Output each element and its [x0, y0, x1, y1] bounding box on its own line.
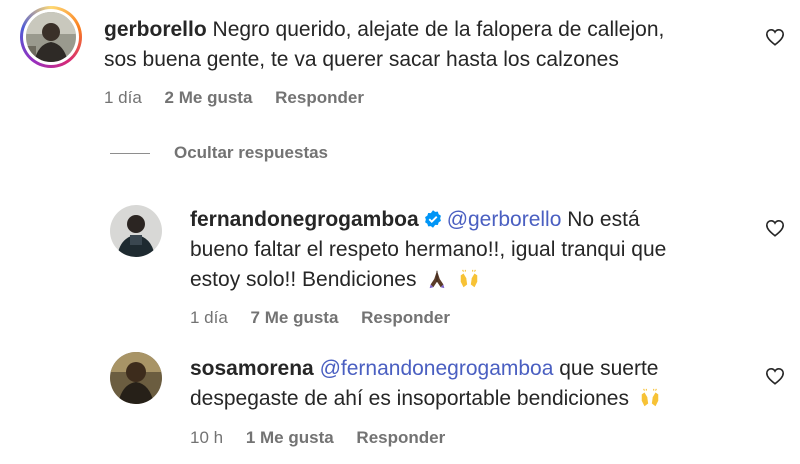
- avatar[interactable]: [110, 352, 162, 404]
- reply-sosamorena: sosamorena @fernandonegrogamboa que suer…: [0, 342, 800, 462]
- username[interactable]: fernandonegrogamboa: [190, 208, 419, 231]
- likes-count[interactable]: 1 Me gusta: [246, 428, 334, 447]
- avatar[interactable]: [110, 205, 162, 257]
- heart-icon[interactable]: [765, 28, 785, 46]
- reply-meta: 1 día 7 Me gusta Responder: [190, 308, 468, 328]
- avatar[interactable]: [26, 12, 76, 62]
- heart-icon[interactable]: [765, 367, 785, 385]
- reply-body-line2: despegaste de ahí es insoportable bendic…: [190, 387, 629, 410]
- comment-gerborello: gerborello Negro querido, alejate de la …: [0, 0, 800, 120]
- comment-text: gerborello Negro querido, alejate de la …: [104, 15, 754, 75]
- timestamp: 1 día: [104, 88, 142, 107]
- mention-link[interactable]: @fernandonegrogamboa: [320, 357, 554, 380]
- reply-button[interactable]: Responder: [275, 88, 364, 107]
- comment-body-line2: sos buena gente, te va querer sacar hast…: [104, 48, 619, 71]
- heart-icon[interactable]: [765, 219, 785, 237]
- raising-hands-icon: [641, 388, 659, 407]
- hide-replies-label[interactable]: Ocultar respuestas: [174, 143, 328, 162]
- verified-badge-icon: [424, 210, 441, 228]
- comment-body-line1: Negro querido, alejate de la falopera de…: [212, 18, 665, 41]
- username[interactable]: gerborello: [104, 18, 207, 41]
- praying-hands-icon: [429, 270, 445, 289]
- comment-meta: 1 día 2 Me gusta Responder: [104, 88, 382, 108]
- raising-hands-icon: [460, 269, 478, 288]
- reply-body-part1: que suerte: [559, 357, 659, 380]
- likes-count[interactable]: 7 Me gusta: [251, 308, 339, 327]
- username[interactable]: sosamorena: [190, 357, 314, 380]
- likes-count[interactable]: 2 Me gusta: [165, 88, 253, 107]
- reply-button[interactable]: Responder: [361, 308, 450, 327]
- reply-body-part1: No está: [567, 208, 640, 231]
- reply-body-line2: bueno faltar el respeto hermano!!, igual…: [190, 238, 667, 261]
- reply-fernandonegrogamboa: fernandonegrogamboa @gerborello No está b…: [0, 195, 800, 335]
- timestamp: 10 h: [190, 428, 224, 447]
- reply-button[interactable]: Responder: [356, 428, 445, 447]
- divider-line: [110, 153, 150, 155]
- hide-replies-button[interactable]: Ocultar respuestas: [110, 143, 328, 163]
- mention-link[interactable]: @gerborello: [447, 208, 562, 231]
- reply-body-line3: estoy solo!! Bendiciones: [190, 268, 417, 291]
- timestamp: 1 día: [190, 308, 228, 327]
- reply-meta: 10 h 1 Me gusta Responder: [190, 428, 463, 448]
- reply-text: sosamorena @fernandonegrogamboa que suer…: [190, 354, 750, 414]
- reply-text: fernandonegrogamboa @gerborello No está b…: [190, 205, 750, 295]
